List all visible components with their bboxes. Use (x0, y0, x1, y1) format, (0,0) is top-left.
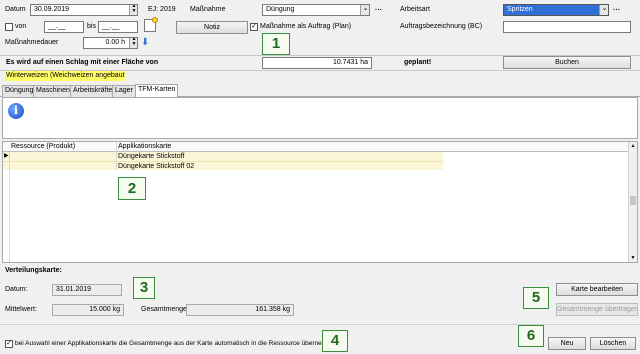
row-map-cell: Düngekarte Stickstoff (118, 153, 185, 160)
notiz-button[interactable]: Notiz (176, 21, 248, 34)
mittelwert-label: Mittelwert: (5, 306, 37, 313)
dauer-field[interactable]: 0.00 h ▲ ▼ (83, 37, 138, 49)
arrow-down-icon[interactable]: ⬇ (141, 37, 149, 49)
callout-5: 5 (523, 287, 549, 309)
massnahme-label: Maßnahme (190, 6, 226, 13)
buchen-button[interactable]: Buchen (503, 56, 631, 69)
auto-transfer-checkbox[interactable]: ✓ (5, 340, 13, 348)
column-divider (9, 152, 10, 262)
area-text: Es wird auf einen Schlag mit einer Fläch… (6, 59, 159, 66)
table-row[interactable]: ▶ Düngekarte Stickstoff (3, 152, 443, 161)
info-panel: i (2, 97, 638, 139)
crop-label: Winterweizen (Weichweizen angebaut (5, 71, 126, 81)
gesamtmenge-field: 161.358 kg (186, 304, 294, 316)
massnahme-more-button[interactable]: ... (375, 5, 382, 12)
mittelwert-field: 15.000 kg (52, 304, 124, 316)
bis-value: __.__ (102, 23, 120, 30)
info-icon: i (8, 103, 24, 119)
table-header: Ressource (Produkt) Applikationskarte (3, 142, 629, 152)
column-header-map[interactable]: Applikationskarte (118, 142, 171, 151)
auftragsbezeichnung-label: Auftragsbezeichnung (BC) (400, 23, 483, 30)
datum-spinner[interactable]: ▲ ▼ (129, 5, 137, 15)
row-resource-cell (11, 152, 117, 161)
von-label: von (15, 23, 27, 30)
callout-6: 6 (518, 325, 544, 347)
auftragsbezeichnung-field[interactable] (503, 21, 631, 33)
column-header-resource[interactable]: Ressource (Produkt) (11, 142, 75, 151)
table-row[interactable]: Düngekarte Stickstoff 02 (3, 161, 443, 170)
callout-1: 1 (262, 33, 290, 55)
verteilung-title: Verteilungskarte: (5, 267, 62, 274)
neu-button[interactable]: Neu (548, 337, 586, 350)
scroll-up-icon[interactable]: ▲ (629, 142, 637, 150)
callout-4: 4 (322, 330, 348, 352)
application-map-table: Ressource (Produkt) Applikationskarte ▶ … (2, 141, 638, 263)
gesamtmenge-label: Gesamtmenge: (141, 306, 189, 313)
verteilung-datum-label: Datum: (5, 286, 28, 293)
chevron-down-icon[interactable]: ⌄ (360, 5, 369, 15)
callout-3: 3 (133, 277, 155, 299)
loeschen-button[interactable]: Löschen (590, 337, 636, 350)
arbeitsart-select[interactable]: Spritzen ⌄ (503, 4, 609, 16)
von-time-field[interactable]: __.__ (44, 21, 84, 33)
tab-duengung[interactable]: Düngung (2, 85, 37, 97)
note-pad-highlight (152, 17, 158, 23)
dauer-label: Maßnahmedauer (5, 39, 59, 46)
bis-label: bis (87, 23, 96, 30)
dauer-value: 0.00 h (105, 39, 125, 46)
arbeitsart-label: Arbeitsart (400, 6, 430, 13)
von-value: __.__ (48, 23, 66, 30)
massnahme-select[interactable]: Düngung ⌄ (262, 4, 370, 16)
dauer-spinner[interactable]: ▲ ▼ (129, 38, 137, 48)
massnahme-value: Düngung (266, 6, 295, 13)
verteilung-datum-field: 31.01.2019 (52, 284, 122, 296)
chevron-down-icon[interactable]: ⌄ (599, 5, 608, 15)
note-pad-icon[interactable] (144, 17, 158, 32)
als-auftrag-label: Maßnahme als Auftrag (Plan) (260, 23, 352, 30)
row-resource-cell (11, 162, 117, 171)
status-text: geplant! (404, 59, 432, 66)
als-auftrag-checkbox[interactable]: ✓ (250, 23, 258, 31)
tab-arbeitskraefte[interactable]: Arbeitskräfte (70, 85, 116, 97)
datum-label: Datum (5, 6, 26, 13)
arbeitsart-more-button[interactable]: ... (613, 5, 620, 12)
gesamtmenge-uebertragen-button[interactable]: Gesamtmenge übertragen (556, 303, 638, 316)
tab-maschinen[interactable]: Maschinen (33, 85, 73, 97)
table-scrollbar[interactable]: ▲ ▼ (628, 142, 637, 262)
scroll-down-icon[interactable]: ▼ (629, 254, 637, 262)
auto-transfer-label: bei Auswahl einer Applikationskarte die … (15, 340, 339, 347)
arbeitsart-value: Spritzen (507, 6, 533, 13)
tab-tfm-karten[interactable]: TFM-Karten (135, 84, 179, 97)
ej-label: EJ: 2019 (148, 6, 176, 13)
area-value-field: 10.7431 ha (262, 57, 372, 69)
datum-value: 30.09.2019 (34, 6, 70, 13)
row-pointer-icon: ▶ (4, 153, 9, 159)
column-divider (116, 142, 117, 170)
datum-field[interactable]: 30.09.2019 ▲ ▼ (30, 4, 138, 16)
bottom-separator (0, 324, 640, 325)
bis-time-field[interactable]: __.__ (98, 21, 138, 33)
von-checkbox[interactable] (5, 23, 13, 31)
scroll-thumb[interactable] (630, 196, 636, 205)
tab-lager[interactable]: Lager (112, 85, 136, 97)
karte-bearbeiten-button[interactable]: Karte bearbeiten (556, 283, 638, 296)
row-map-cell: Düngekarte Stickstoff 02 (118, 163, 195, 170)
callout-2: 2 (118, 177, 146, 200)
